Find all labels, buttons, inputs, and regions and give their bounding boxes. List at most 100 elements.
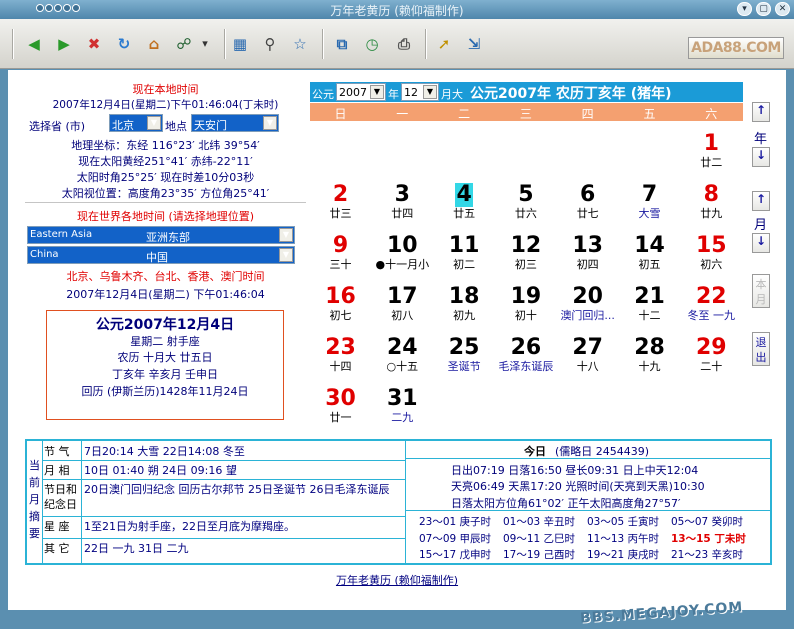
close-button[interactable]: ✕	[775, 2, 790, 16]
site-logo[interactable]: ADA88.COM	[688, 37, 784, 59]
chevron-down-icon[interactable]: ▼	[370, 85, 384, 99]
lunar-day-label: 初五	[638, 258, 661, 271]
chevron-down-icon[interactable]: ▼	[423, 85, 437, 99]
month-unit: 月大	[441, 88, 463, 101]
month-summary: 当前月摘要 节 气 7日20:14 大雪 22日14:08 冬至月 相 10日 01…	[25, 439, 772, 565]
day-cell[interactable]: 25 圣诞节	[434, 336, 495, 374]
day-cell[interactable]: 15 初六	[681, 234, 742, 272]
chevron-down-icon[interactable]: ▼	[147, 116, 161, 130]
country-select[interactable]: China 中国 ▼	[27, 246, 295, 264]
day-cell[interactable]: 5 廿六	[495, 183, 556, 221]
next-year-button[interactable]: ↓	[752, 147, 770, 167]
day-cell[interactable]: 20 澳门回归...	[557, 285, 618, 323]
region-select[interactable]: Eastern Asia 亚洲东部 ▼	[27, 226, 295, 244]
sun-hour-angle: 太阳时角25°25′ 现在时差10分03秒	[76, 171, 255, 184]
day-cell[interactable]: 21 十二	[619, 285, 680, 323]
day-cell[interactable]: 3 廿四	[372, 183, 433, 221]
favorites-icon[interactable]: ☆	[288, 32, 312, 56]
title-bar[interactable]: 万年老黄历 (赖仰福制作) ▾ ▢ ✕	[0, 0, 794, 19]
day-cell[interactable]: 23 十四	[310, 336, 371, 374]
chevron-down-icon[interactable]: ▼	[263, 116, 277, 130]
day-number: 15	[695, 233, 727, 258]
day-cell[interactable]: 10 ●十一月小	[372, 234, 433, 272]
day-cell[interactable]: 19 初十	[495, 285, 556, 323]
view-icon[interactable]: ▦	[228, 32, 252, 56]
back-icon[interactable]: ◀	[22, 32, 46, 56]
history-icon[interactable]: ◷	[360, 32, 384, 56]
day-cell[interactable]: 14 初五	[619, 234, 680, 272]
country-cn: 中国	[146, 251, 168, 264]
region-en: Eastern Asia	[30, 229, 93, 240]
day-cell[interactable]: 29 二十	[681, 336, 742, 374]
day-number: 19	[510, 284, 542, 309]
day-cell[interactable]: 27 十八	[557, 336, 618, 374]
pointer-icon[interactable]: ➚	[432, 32, 456, 56]
dropdown-arrow-icon[interactable]: ▾	[199, 32, 211, 56]
lunar-day-label: 初二	[453, 258, 476, 271]
window-icon[interactable]: ⧉	[330, 32, 354, 56]
province-select[interactable]: 北京 ▼	[109, 114, 163, 132]
lunar-day-label: 廿九	[700, 207, 723, 220]
print-icon[interactable]: ⎙	[392, 32, 416, 56]
day-cell[interactable]: 26 毛泽东诞辰	[495, 336, 556, 374]
this-month-button[interactable]: 本月	[752, 274, 770, 308]
day-cell[interactable]: 18 初九	[434, 285, 495, 323]
world-time-title: 现在世界各地时间 (请选择地理位置)	[76, 210, 255, 223]
day-cell[interactable]: 28 十九	[619, 336, 680, 374]
julian-day: (儒略日 2454439)	[555, 445, 650, 458]
day-number: 20	[572, 284, 603, 309]
home-icon[interactable]: ⌂	[142, 32, 166, 56]
day-number: 25	[448, 335, 480, 360]
day-cell[interactable]: 1 廿二	[681, 132, 742, 170]
place-select[interactable]: 天安门 ▼	[191, 114, 279, 132]
minimize-button[interactable]: ▾	[737, 2, 752, 16]
year-select[interactable]: 2007 ▼	[336, 83, 386, 101]
lunar-day-label: 廿四	[391, 207, 414, 220]
today-date: 公元2007年12月4日	[95, 317, 235, 333]
divider	[405, 458, 770, 459]
day-cell[interactable]: 6 廿七	[557, 183, 618, 221]
day-number: 12	[510, 233, 542, 258]
stop-icon[interactable]: ✖	[82, 32, 106, 56]
day-cell[interactable]: 11 初二	[434, 234, 495, 272]
day-number: 5	[518, 182, 534, 207]
chevron-down-icon[interactable]: ▼	[279, 248, 293, 262]
refresh-icon[interactable]: ↻	[112, 32, 136, 56]
day-cell[interactable]: 30 廿一	[310, 387, 371, 425]
lunar-day-label: 廿六	[514, 207, 537, 220]
chevron-down-icon[interactable]: ▼	[279, 228, 293, 242]
search-icon[interactable]: ⚲	[258, 32, 282, 56]
day-number: 3	[394, 182, 410, 207]
day-cell[interactable]: 31 二九	[372, 387, 433, 425]
prev-month-button[interactable]: ↑	[752, 191, 770, 211]
day-cell[interactable]: 17 初八	[372, 285, 433, 323]
day-number: 1	[703, 131, 719, 156]
day-cell[interactable]: 24 ○十五	[372, 336, 433, 374]
day-cell[interactable]: 4 廿五	[434, 183, 495, 221]
world-datetime: 2007年12月4日(星期二) 下午01:46:04	[66, 288, 265, 301]
day-cell[interactable]: 2 廿三	[310, 183, 371, 221]
day-cell[interactable]: 22 冬至 一九	[681, 285, 742, 323]
divider	[42, 460, 405, 461]
maximize-button[interactable]: ▢	[756, 2, 771, 16]
day-cell[interactable]: 12 初三	[495, 234, 556, 272]
next-month-button[interactable]: ↓	[752, 233, 770, 253]
day-cell[interactable]: 9 三十	[310, 234, 371, 272]
day-number: 6	[580, 182, 596, 207]
month-select[interactable]: 12 ▼	[401, 83, 439, 101]
exit-button[interactable]: 退出	[752, 332, 770, 366]
day-number: 13	[572, 233, 603, 258]
forward-icon[interactable]: ▶	[52, 32, 76, 56]
day-cell[interactable]: 7 大雪	[619, 183, 680, 221]
day-cell[interactable]: 16 初七	[310, 285, 371, 323]
divider	[42, 516, 405, 517]
footer-link[interactable]: 万年老黄历 (赖仰福制作)	[8, 572, 786, 588]
day-number: 2	[332, 182, 349, 207]
prev-year-button[interactable]: ↑	[752, 102, 770, 122]
today-label: 今日	[524, 445, 546, 458]
exit-door-icon[interactable]: ⇲	[462, 32, 486, 56]
day-cell[interactable]: 13 初四	[557, 234, 618, 272]
day-cell[interactable]: 8 廿九	[681, 183, 742, 221]
network-icon[interactable]: ☍	[172, 32, 196, 56]
lunar-day-label: ○十五	[386, 360, 419, 373]
